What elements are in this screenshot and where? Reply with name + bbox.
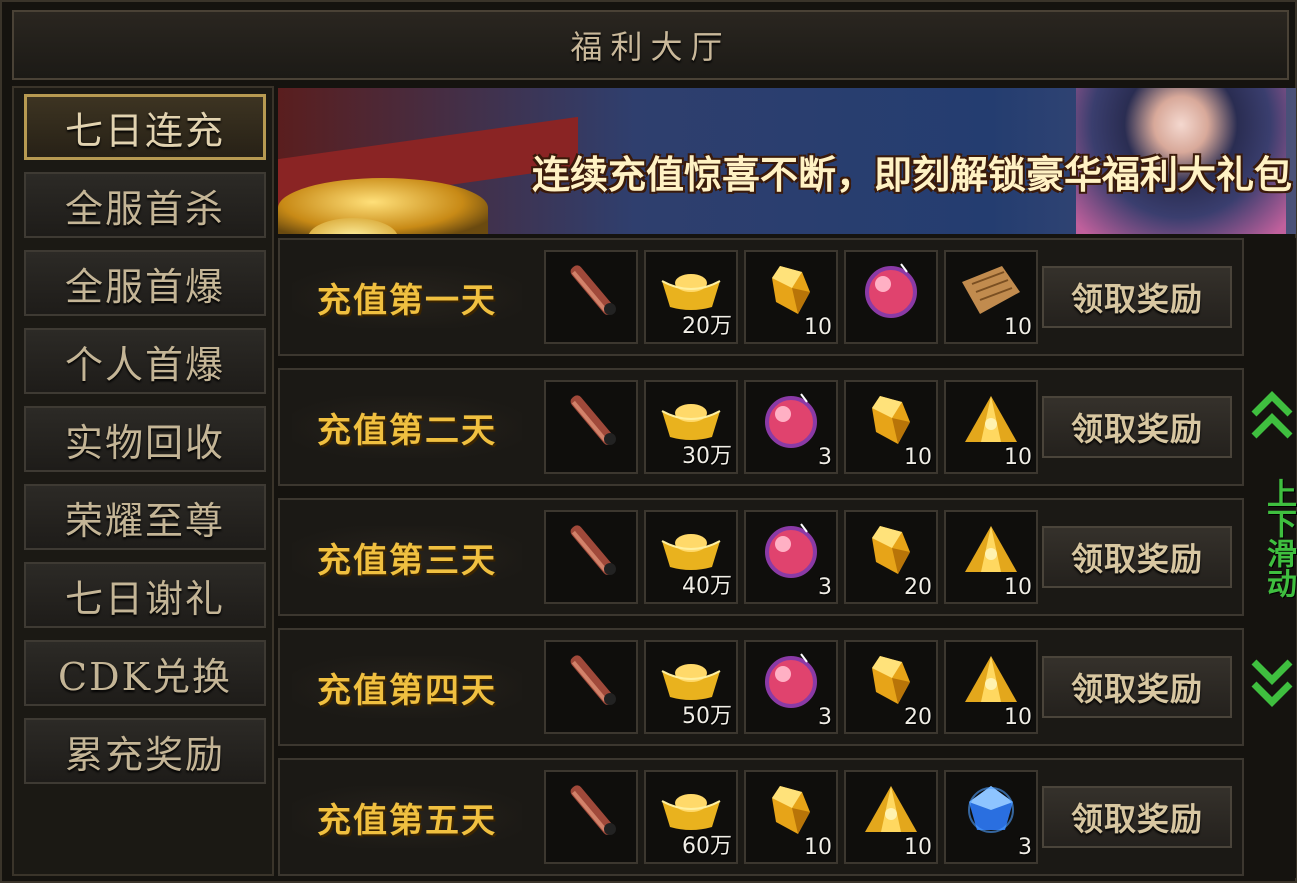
scroll-hint: 上下滑动 bbox=[1248, 238, 1296, 878]
red-orb-icon bbox=[761, 650, 821, 714]
welfare-hall-window: 福利大厅 七日连充 全服首杀 全服首爆 个人首爆 实物回收 荣耀至尊 七日谢礼 … bbox=[0, 0, 1297, 883]
claim-reward-button[interactable]: 领取奖励 bbox=[1042, 656, 1232, 718]
item-count: 3 bbox=[1018, 835, 1032, 860]
red-orb-icon bbox=[861, 260, 921, 324]
gold-crystal-icon bbox=[868, 392, 914, 452]
banner-slogan: 连续充值惊喜不断，即刻解锁豪华福利大礼包 bbox=[531, 153, 1292, 197]
reward-list: 充值第一天 20万 10 10 领取奖励 充值第二天 30万 3 10 10 领取奖励 充值第三天 40… bbox=[278, 238, 1244, 878]
claim-reward-button[interactable]: 领取奖励 bbox=[1042, 526, 1232, 588]
sidebar-item-server-first-drop[interactable]: 全服首爆 bbox=[24, 250, 266, 316]
reward-row: 充值第五天 60万 10 10 3 领取奖励 bbox=[278, 758, 1244, 876]
reward-item-slot[interactable] bbox=[844, 250, 938, 344]
blue-gem-icon bbox=[965, 784, 1017, 840]
gold-crystal-icon bbox=[768, 782, 814, 842]
scroll-tube-icon bbox=[560, 259, 622, 325]
item-count: 40万 bbox=[682, 574, 732, 599]
claim-reward-button[interactable]: 领取奖励 bbox=[1042, 786, 1232, 848]
item-count: 10 bbox=[1004, 575, 1032, 600]
gold-crystal-icon bbox=[868, 652, 914, 712]
reward-item-slot[interactable]: 50万 bbox=[644, 640, 738, 734]
reward-item-slot[interactable]: 20 bbox=[844, 510, 938, 604]
item-count: 10 bbox=[1004, 705, 1032, 730]
sidebar-item-server-first-kill[interactable]: 全服首杀 bbox=[24, 172, 266, 238]
gold-crystal-icon bbox=[868, 522, 914, 582]
item-count: 10 bbox=[1004, 445, 1032, 470]
reward-item-slot[interactable]: 3 bbox=[744, 640, 838, 734]
item-count: 50万 bbox=[682, 704, 732, 729]
double-chevron-down-icon bbox=[1251, 659, 1293, 707]
reward-item-slot[interactable]: 10 bbox=[944, 510, 1038, 604]
scroll-tube-icon bbox=[560, 519, 622, 585]
gold-pyramid-icon bbox=[863, 784, 919, 840]
gold-pyramid-icon bbox=[963, 654, 1019, 710]
reward-row: 充值第二天 30万 3 10 10 领取奖励 bbox=[278, 368, 1244, 486]
scroll-hint-text: 上下滑动 bbox=[1261, 478, 1296, 598]
title-bar: 福利大厅 bbox=[12, 10, 1289, 80]
item-count: 3 bbox=[818, 445, 832, 470]
item-count: 10 bbox=[1004, 315, 1032, 340]
sidebar-item-seven-day-thanks[interactable]: 七日谢礼 bbox=[24, 562, 266, 628]
item-count: 20 bbox=[904, 575, 932, 600]
reward-item-slot[interactable]: 40万 bbox=[644, 510, 738, 604]
item-count: 10 bbox=[904, 835, 932, 860]
item-count: 10 bbox=[904, 445, 932, 470]
reward-item-slot[interactable]: 20万 bbox=[644, 250, 738, 344]
item-count: 20 bbox=[904, 705, 932, 730]
item-count: 20万 bbox=[682, 314, 732, 339]
claim-reward-button[interactable]: 领取奖励 bbox=[1042, 266, 1232, 328]
window-title: 福利大厅 bbox=[570, 28, 731, 66]
sidebar-item-physical-recycle[interactable]: 实物回收 bbox=[24, 406, 266, 472]
scroll-tube-icon bbox=[560, 389, 622, 455]
item-count: 3 bbox=[818, 575, 832, 600]
reward-item-slot[interactable]: 3 bbox=[944, 770, 1038, 864]
promo-banner: 连续充值惊喜不断，即刻解锁豪华福利大礼包 bbox=[278, 88, 1296, 234]
gold-pyramid-icon bbox=[963, 524, 1019, 580]
sidebar-item-seven-day-recharge[interactable]: 七日连充 bbox=[24, 94, 266, 160]
recharge-day-label: 充值第二天 bbox=[292, 396, 522, 458]
reward-item-slot[interactable]: 20 bbox=[844, 640, 938, 734]
reward-item-slot[interactable] bbox=[544, 250, 638, 344]
reward-item-slot[interactable]: 10 bbox=[944, 380, 1038, 474]
reward-item-slot[interactable]: 10 bbox=[744, 250, 838, 344]
sidebar-item-cumulative-recharge[interactable]: 累充奖励 bbox=[24, 718, 266, 784]
reward-item-slot[interactable] bbox=[544, 380, 638, 474]
parchment-icon bbox=[958, 262, 1024, 322]
reward-item-slot[interactable]: 10 bbox=[944, 250, 1038, 344]
reward-item-slot[interactable]: 10 bbox=[844, 770, 938, 864]
sidebar-item-personal-first-drop[interactable]: 个人首爆 bbox=[24, 328, 266, 394]
recharge-day-label: 充值第五天 bbox=[292, 786, 522, 848]
reward-item-slot[interactable] bbox=[544, 770, 638, 864]
reward-item-slot[interactable]: 30万 bbox=[644, 380, 738, 474]
recharge-day-label: 充值第四天 bbox=[292, 656, 522, 718]
reward-item-slot[interactable]: 10 bbox=[844, 380, 938, 474]
double-chevron-up-icon bbox=[1251, 391, 1293, 439]
reward-item-slot[interactable]: 10 bbox=[944, 640, 1038, 734]
item-count: 30万 bbox=[682, 444, 732, 469]
item-count: 10 bbox=[804, 835, 832, 860]
red-orb-icon bbox=[761, 520, 821, 584]
item-count: 60万 bbox=[682, 834, 732, 859]
item-count: 3 bbox=[818, 705, 832, 730]
reward-row: 充值第一天 20万 10 10 领取奖励 bbox=[278, 238, 1244, 356]
sidebar-item-cdk-exchange[interactable]: CDK兑换 bbox=[24, 640, 266, 706]
sidebar: 七日连充 全服首杀 全服首爆 个人首爆 实物回收 荣耀至尊 七日谢礼 CDK兑换… bbox=[12, 86, 274, 876]
red-orb-icon bbox=[761, 390, 821, 454]
reward-item-slot[interactable] bbox=[544, 510, 638, 604]
sidebar-item-glory-supreme[interactable]: 荣耀至尊 bbox=[24, 484, 266, 550]
recharge-day-label: 充值第三天 bbox=[292, 526, 522, 588]
reward-item-slot[interactable]: 60万 bbox=[644, 770, 738, 864]
reward-item-slot[interactable]: 3 bbox=[744, 510, 838, 604]
gold-crystal-icon bbox=[768, 262, 814, 322]
reward-item-slot[interactable]: 10 bbox=[744, 770, 838, 864]
reward-item-slot[interactable] bbox=[544, 640, 638, 734]
reward-row: 充值第三天 40万 3 20 10 领取奖励 bbox=[278, 498, 1244, 616]
item-count: 10 bbox=[804, 315, 832, 340]
scroll-tube-icon bbox=[560, 779, 622, 845]
scroll-tube-icon bbox=[560, 649, 622, 715]
gold-pyramid-icon bbox=[963, 394, 1019, 450]
reward-item-slot[interactable]: 3 bbox=[744, 380, 838, 474]
reward-row: 充值第四天 50万 3 20 10 领取奖励 bbox=[278, 628, 1244, 746]
claim-reward-button[interactable]: 领取奖励 bbox=[1042, 396, 1232, 458]
recharge-day-label: 充值第一天 bbox=[292, 266, 522, 328]
